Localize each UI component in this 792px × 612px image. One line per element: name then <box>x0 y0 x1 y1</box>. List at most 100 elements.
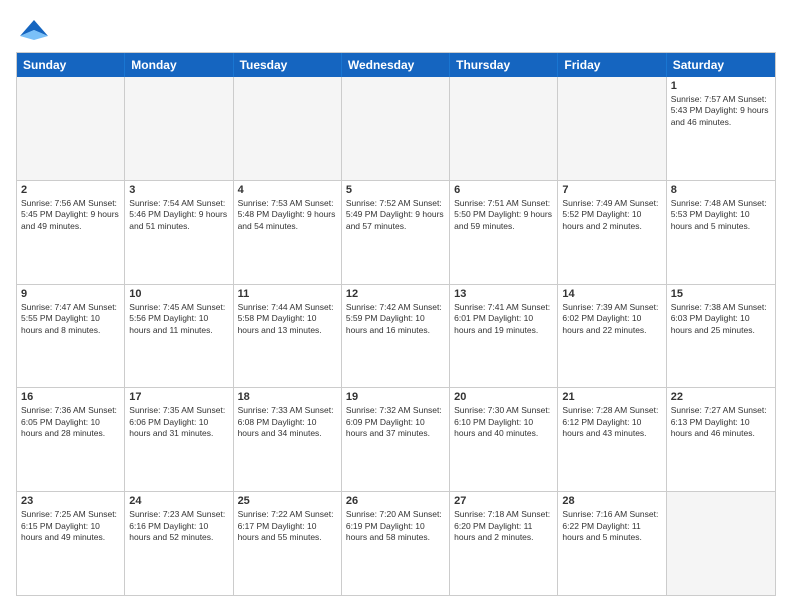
day-info: Sunrise: 7:42 AM Sunset: 5:59 PM Dayligh… <box>346 302 445 336</box>
day-info: Sunrise: 7:23 AM Sunset: 6:16 PM Dayligh… <box>129 509 228 543</box>
day-info: Sunrise: 7:20 AM Sunset: 6:19 PM Dayligh… <box>346 509 445 543</box>
logo-icon <box>20 16 48 44</box>
day-number: 21 <box>562 391 661 403</box>
page: SundayMondayTuesdayWednesdayThursdayFrid… <box>0 0 792 612</box>
day-number: 7 <box>562 184 661 196</box>
day-info: Sunrise: 7:38 AM Sunset: 6:03 PM Dayligh… <box>671 302 771 336</box>
day-number: 8 <box>671 184 771 196</box>
calendar-body: 1 Sunrise: 7:57 AM Sunset: 5:43 PM Daylig… <box>17 77 775 595</box>
day-cell-15: 15 Sunrise: 7:38 AM Sunset: 6:03 PM Dayli… <box>667 285 775 388</box>
day-info: Sunrise: 7:52 AM Sunset: 5:49 PM Dayligh… <box>346 198 445 232</box>
header-day-friday: Friday <box>558 53 666 77</box>
day-cell-9: 9 Sunrise: 7:47 AM Sunset: 5:55 PM Daylig… <box>17 285 125 388</box>
day-number: 17 <box>129 391 228 403</box>
day-info: Sunrise: 7:36 AM Sunset: 6:05 PM Dayligh… <box>21 405 120 439</box>
header-day-thursday: Thursday <box>450 53 558 77</box>
day-info: Sunrise: 7:32 AM Sunset: 6:09 PM Dayligh… <box>346 405 445 439</box>
empty-cell <box>17 77 125 180</box>
day-cell-26: 26 Sunrise: 7:20 AM Sunset: 6:19 PM Dayli… <box>342 492 450 595</box>
day-number: 19 <box>346 391 445 403</box>
day-info: Sunrise: 7:57 AM Sunset: 5:43 PM Dayligh… <box>671 94 771 128</box>
day-number: 22 <box>671 391 771 403</box>
header-day-sunday: Sunday <box>17 53 125 77</box>
day-info: Sunrise: 7:53 AM Sunset: 5:48 PM Dayligh… <box>238 198 337 232</box>
day-info: Sunrise: 7:27 AM Sunset: 6:13 PM Dayligh… <box>671 405 771 439</box>
day-cell-6: 6Sunrise: 7:51 AM Sunset: 5:50 PM Daylig… <box>450 181 558 284</box>
day-info: Sunrise: 7:47 AM Sunset: 5:55 PM Dayligh… <box>21 302 120 336</box>
day-number: 5 <box>346 184 445 196</box>
calendar-header: SundayMondayTuesdayWednesdayThursdayFrid… <box>17 53 775 77</box>
day-cell-7: 7 Sunrise: 7:49 AM Sunset: 5:52 PM Daylig… <box>558 181 666 284</box>
day-cell-12: 12 Sunrise: 7:42 AM Sunset: 5:59 PM Dayli… <box>342 285 450 388</box>
day-cell-23: 23Sunrise: 7:25 AM Sunset: 6:15 PM Dayli… <box>17 492 125 595</box>
day-cell-2: 2 Sunrise: 7:56 AM Sunset: 5:45 PM Daylig… <box>17 181 125 284</box>
day-cell-11: 11Sunrise: 7:44 AM Sunset: 5:58 PM Dayli… <box>234 285 342 388</box>
day-info: Sunrise: 7:41 AM Sunset: 6:01 PM Dayligh… <box>454 302 553 336</box>
day-cell-21: 21 Sunrise: 7:28 AM Sunset: 6:12 PM Dayli… <box>558 388 666 491</box>
day-cell-1: 1 Sunrise: 7:57 AM Sunset: 5:43 PM Daylig… <box>667 77 775 180</box>
logo <box>16 16 48 44</box>
day-number: 10 <box>129 288 228 300</box>
header-day-wednesday: Wednesday <box>342 53 450 77</box>
day-number: 4 <box>238 184 337 196</box>
day-number: 27 <box>454 495 553 507</box>
day-info: Sunrise: 7:18 AM Sunset: 6:20 PM Dayligh… <box>454 509 553 543</box>
empty-cell <box>125 77 233 180</box>
day-number: 3 <box>129 184 228 196</box>
empty-cell <box>234 77 342 180</box>
day-cell-17: 17 Sunrise: 7:35 AM Sunset: 6:06 PM Dayli… <box>125 388 233 491</box>
day-info: Sunrise: 7:16 AM Sunset: 6:22 PM Dayligh… <box>562 509 661 543</box>
day-number: 15 <box>671 288 771 300</box>
day-number: 12 <box>346 288 445 300</box>
day-info: Sunrise: 7:22 AM Sunset: 6:17 PM Dayligh… <box>238 509 337 543</box>
day-number: 18 <box>238 391 337 403</box>
day-number: 2 <box>21 184 120 196</box>
empty-cell <box>342 77 450 180</box>
day-info: Sunrise: 7:28 AM Sunset: 6:12 PM Dayligh… <box>562 405 661 439</box>
day-cell-8: 8 Sunrise: 7:48 AM Sunset: 5:53 PM Daylig… <box>667 181 775 284</box>
week-row-1: 1 Sunrise: 7:57 AM Sunset: 5:43 PM Daylig… <box>17 77 775 180</box>
day-cell-18: 18 Sunrise: 7:33 AM Sunset: 6:08 PM Dayli… <box>234 388 342 491</box>
week-row-3: 9 Sunrise: 7:47 AM Sunset: 5:55 PM Daylig… <box>17 284 775 388</box>
day-cell-16: 16Sunrise: 7:36 AM Sunset: 6:05 PM Dayli… <box>17 388 125 491</box>
day-number: 6 <box>454 184 553 196</box>
day-cell-4: 4 Sunrise: 7:53 AM Sunset: 5:48 PM Daylig… <box>234 181 342 284</box>
day-info: Sunrise: 7:44 AM Sunset: 5:58 PM Dayligh… <box>238 302 337 336</box>
week-row-4: 16Sunrise: 7:36 AM Sunset: 6:05 PM Dayli… <box>17 387 775 491</box>
header <box>16 16 776 44</box>
day-cell-3: 3Sunrise: 7:54 AM Sunset: 5:46 PM Daylig… <box>125 181 233 284</box>
day-number: 13 <box>454 288 553 300</box>
day-cell-25: 25 Sunrise: 7:22 AM Sunset: 6:17 PM Dayli… <box>234 492 342 595</box>
day-info: Sunrise: 7:33 AM Sunset: 6:08 PM Dayligh… <box>238 405 337 439</box>
day-number: 26 <box>346 495 445 507</box>
empty-cell <box>667 492 775 595</box>
day-info: Sunrise: 7:48 AM Sunset: 5:53 PM Dayligh… <box>671 198 771 232</box>
day-cell-14: 14 Sunrise: 7:39 AM Sunset: 6:02 PM Dayli… <box>558 285 666 388</box>
day-info: Sunrise: 7:56 AM Sunset: 5:45 PM Dayligh… <box>21 198 120 232</box>
day-number: 23 <box>21 495 120 507</box>
day-cell-20: 20Sunrise: 7:30 AM Sunset: 6:10 PM Dayli… <box>450 388 558 491</box>
day-cell-22: 22 Sunrise: 7:27 AM Sunset: 6:13 PM Dayli… <box>667 388 775 491</box>
day-number: 1 <box>671 80 771 92</box>
day-number: 24 <box>129 495 228 507</box>
day-number: 25 <box>238 495 337 507</box>
day-cell-24: 24 Sunrise: 7:23 AM Sunset: 6:16 PM Dayli… <box>125 492 233 595</box>
header-day-saturday: Saturday <box>667 53 775 77</box>
header-day-monday: Monday <box>125 53 233 77</box>
day-info: Sunrise: 7:49 AM Sunset: 5:52 PM Dayligh… <box>562 198 661 232</box>
day-number: 20 <box>454 391 553 403</box>
day-cell-5: 5 Sunrise: 7:52 AM Sunset: 5:49 PM Daylig… <box>342 181 450 284</box>
day-number: 9 <box>21 288 120 300</box>
day-cell-19: 19 Sunrise: 7:32 AM Sunset: 6:09 PM Dayli… <box>342 388 450 491</box>
calendar: SundayMondayTuesdayWednesdayThursdayFrid… <box>16 52 776 596</box>
day-info: Sunrise: 7:45 AM Sunset: 5:56 PM Dayligh… <box>129 302 228 336</box>
day-number: 28 <box>562 495 661 507</box>
week-row-5: 23Sunrise: 7:25 AM Sunset: 6:15 PM Dayli… <box>17 491 775 595</box>
day-cell-13: 13 Sunrise: 7:41 AM Sunset: 6:01 PM Dayli… <box>450 285 558 388</box>
empty-cell <box>450 77 558 180</box>
day-info: Sunrise: 7:39 AM Sunset: 6:02 PM Dayligh… <box>562 302 661 336</box>
day-number: 14 <box>562 288 661 300</box>
empty-cell <box>558 77 666 180</box>
day-cell-28: 28 Sunrise: 7:16 AM Sunset: 6:22 PM Dayli… <box>558 492 666 595</box>
day-info: Sunrise: 7:35 AM Sunset: 6:06 PM Dayligh… <box>129 405 228 439</box>
